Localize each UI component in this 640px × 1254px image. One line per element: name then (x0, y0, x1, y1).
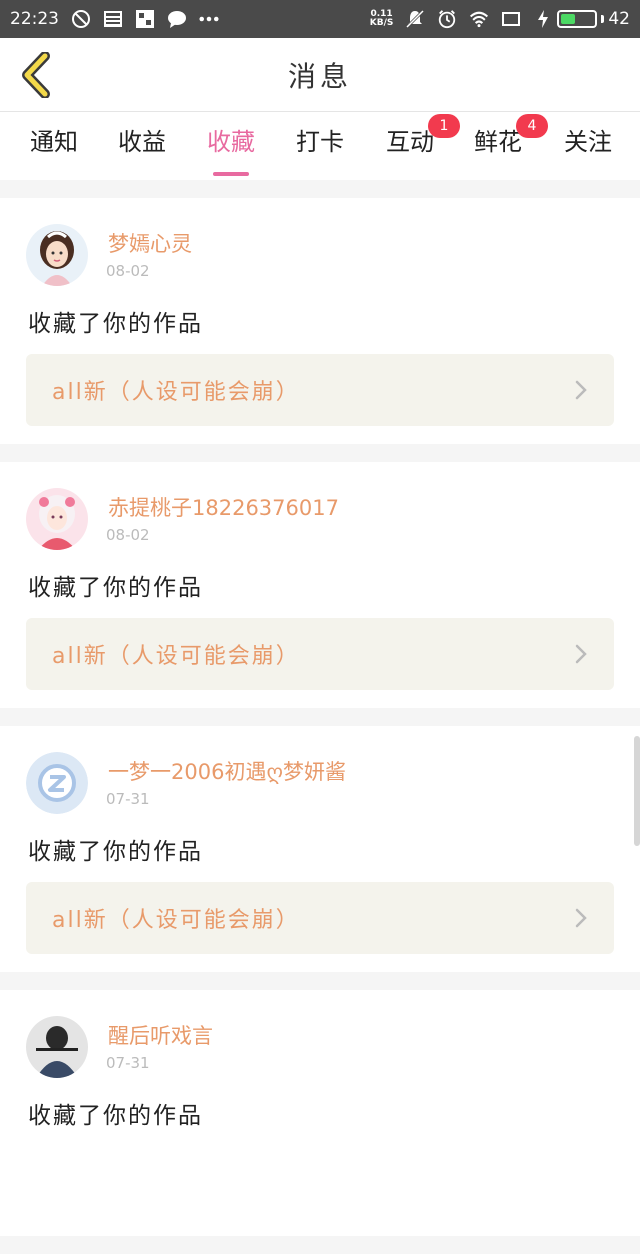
list-item: 赤提桃子18226376017 08-02 收藏了你的作品 all新（人设可能会… (0, 462, 640, 708)
username[interactable]: 梦嫣心灵 (108, 228, 192, 258)
chevron-right-icon (575, 644, 587, 664)
more-notifications-icon (199, 9, 219, 29)
list-item: 一梦一2006初遇ღ梦妍酱 07-31 收藏了你的作品 all新（人设可能会崩） (0, 726, 640, 972)
message-text: 收藏了你的作品 (28, 839, 203, 865)
username[interactable]: 醒后听戏言 (108, 1020, 213, 1050)
news-icon (103, 9, 123, 29)
wifi-icon (469, 9, 489, 29)
message-list: 梦嫣心灵 08-02 收藏了你的作品 all新（人设可能会崩） 赤提桃子1822… (0, 198, 640, 1254)
tab-following[interactable]: 关注 (560, 122, 616, 178)
interactions-badge: 1 (428, 114, 460, 138)
tab-label: 通知 (30, 128, 78, 156)
message-text: 收藏了你的作品 (28, 311, 203, 337)
app-notification-icon (135, 9, 155, 29)
message-text: 收藏了你的作品 (28, 575, 203, 601)
message-text: 收藏了你的作品 (28, 1103, 203, 1129)
tab-interactions[interactable]: 互动 1 (382, 114, 460, 178)
avatar[interactable] (26, 224, 88, 286)
username[interactable]: 赤提桃子18226376017 (108, 492, 339, 522)
charging-icon (533, 9, 553, 29)
tab-label: 收藏 (207, 128, 255, 156)
chevron-right-icon (575, 380, 587, 400)
message-date: 08-02 (106, 262, 150, 280)
status-bar: 22:23 0.11 KB/S 42 (0, 0, 640, 38)
tab-label: 打卡 (296, 128, 344, 156)
active-tab-indicator (213, 172, 249, 176)
muted-bell-icon (405, 9, 425, 29)
battery-icon (557, 10, 598, 28)
message-date: 08-02 (106, 526, 150, 544)
avatar[interactable] (26, 1016, 88, 1078)
alarm-icon (437, 9, 457, 29)
work-title: all新（人设可能会崩） (52, 380, 300, 405)
screen-icon (501, 9, 521, 29)
work-title: all新（人设可能会崩） (52, 644, 300, 669)
network-speed: 0.11 KB/S (370, 10, 394, 28)
battery: 42 (533, 9, 630, 29)
tab-earnings[interactable]: 收益 (114, 122, 170, 178)
tab-label: 收益 (118, 128, 166, 156)
scrollbar[interactable] (634, 736, 640, 846)
do-not-disturb-icon (71, 9, 91, 29)
tab-label: 互动 (386, 128, 434, 156)
avatar[interactable] (26, 752, 88, 814)
back-button[interactable] (14, 50, 58, 100)
tab-flowers[interactable]: 鲜花 4 (470, 114, 548, 178)
header: 消息 (0, 38, 640, 112)
tab-label: 关注 (564, 128, 612, 156)
list-item: 梦嫣心灵 08-02 收藏了你的作品 all新（人设可能会崩） (0, 198, 640, 444)
flowers-badge: 4 (516, 114, 548, 138)
tab-label: 鲜花 (474, 128, 522, 156)
work-link[interactable]: all新（人设可能会崩） (26, 354, 614, 426)
chevron-left-icon (22, 52, 50, 98)
work-link[interactable]: all新（人设可能会崩） (26, 882, 614, 954)
clock: 22:23 (10, 9, 59, 29)
battery-level: 42 (608, 9, 630, 29)
list-item: 醒后听戏言 07-31 收藏了你的作品 (0, 990, 640, 1236)
chevron-right-icon (575, 908, 587, 928)
tab-favorites[interactable]: 收藏 (203, 122, 259, 178)
work-title: all新（人设可能会崩） (52, 908, 300, 933)
tab-bar: 通知 收益 收藏 打卡 互动 1 鲜花 4 关注 (0, 112, 640, 180)
work-link[interactable]: all新（人设可能会崩） (26, 618, 614, 690)
message-date: 07-31 (106, 790, 150, 808)
page-title: 消息 (287, 59, 352, 93)
username[interactable]: 一梦一2006初遇ღ梦妍酱 (108, 756, 346, 786)
network-speed-unit: KB/S (369, 18, 394, 28)
chat-icon (167, 9, 187, 29)
avatar[interactable] (26, 488, 88, 550)
tab-checkin[interactable]: 打卡 (292, 122, 348, 178)
message-date: 07-31 (106, 1054, 150, 1072)
tab-notifications[interactable]: 通知 (26, 122, 82, 178)
